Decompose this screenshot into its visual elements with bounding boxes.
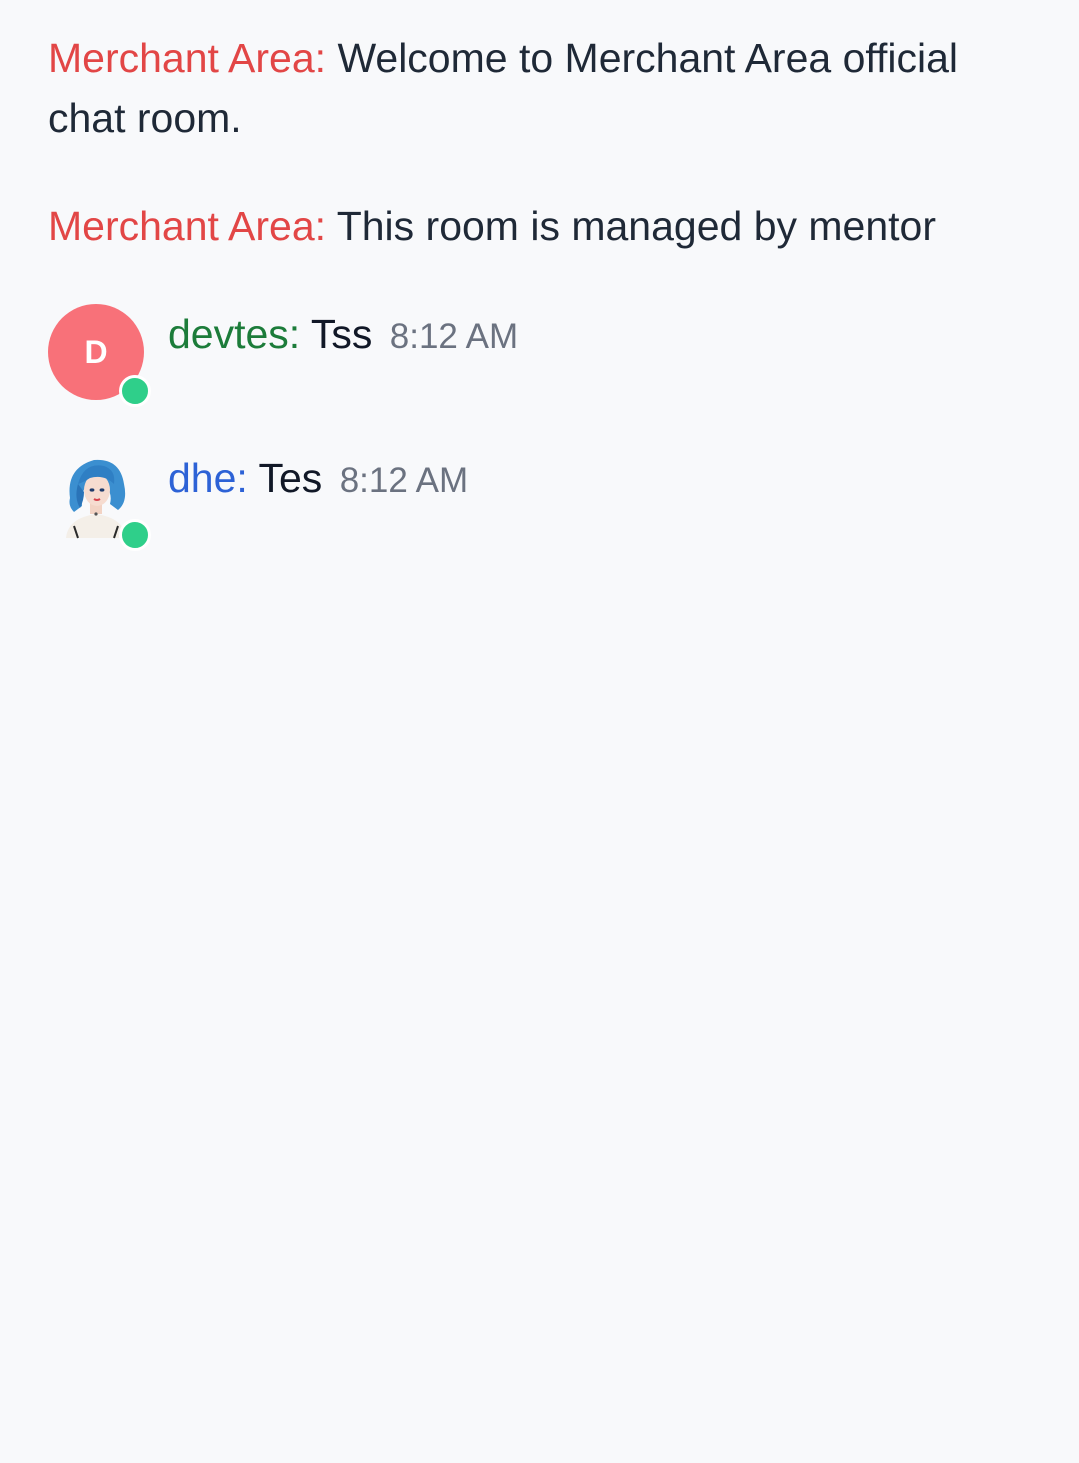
message-timestamp: 8:12 AM	[389, 317, 519, 356]
message-text: Tes	[258, 455, 323, 501]
system-message: Merchant Area: This room is managed by m…	[48, 196, 1028, 256]
message-timestamp: 8:12 AM	[339, 461, 469, 500]
online-status-icon	[119, 375, 151, 407]
system-sender-name: Merchant Area:	[48, 35, 327, 81]
message-sender-name[interactable]: dhe:	[168, 455, 248, 501]
message-content: devtes: Tss 8:12 AM	[168, 308, 518, 363]
online-status-icon	[119, 519, 151, 551]
message-content: dhe: Tes 8:12 AM	[168, 452, 468, 507]
chat-message: dhe: Tes 8:12 AM	[48, 448, 1028, 558]
system-message: Merchant Area: Welcome to Merchant Area …	[48, 28, 1028, 148]
message-text: Tss	[310, 311, 373, 357]
chat-message: D devtes: Tss 8:12 AM	[48, 304, 1028, 414]
system-sender-name: Merchant Area:	[48, 203, 327, 249]
avatar-initial: D	[84, 333, 108, 370]
chat-message-list: Merchant Area: Welcome to Merchant Area …	[0, 0, 1079, 1463]
message-sender-name[interactable]: devtes:	[168, 311, 300, 357]
system-message-text: This room is managed by mentor	[336, 203, 936, 249]
